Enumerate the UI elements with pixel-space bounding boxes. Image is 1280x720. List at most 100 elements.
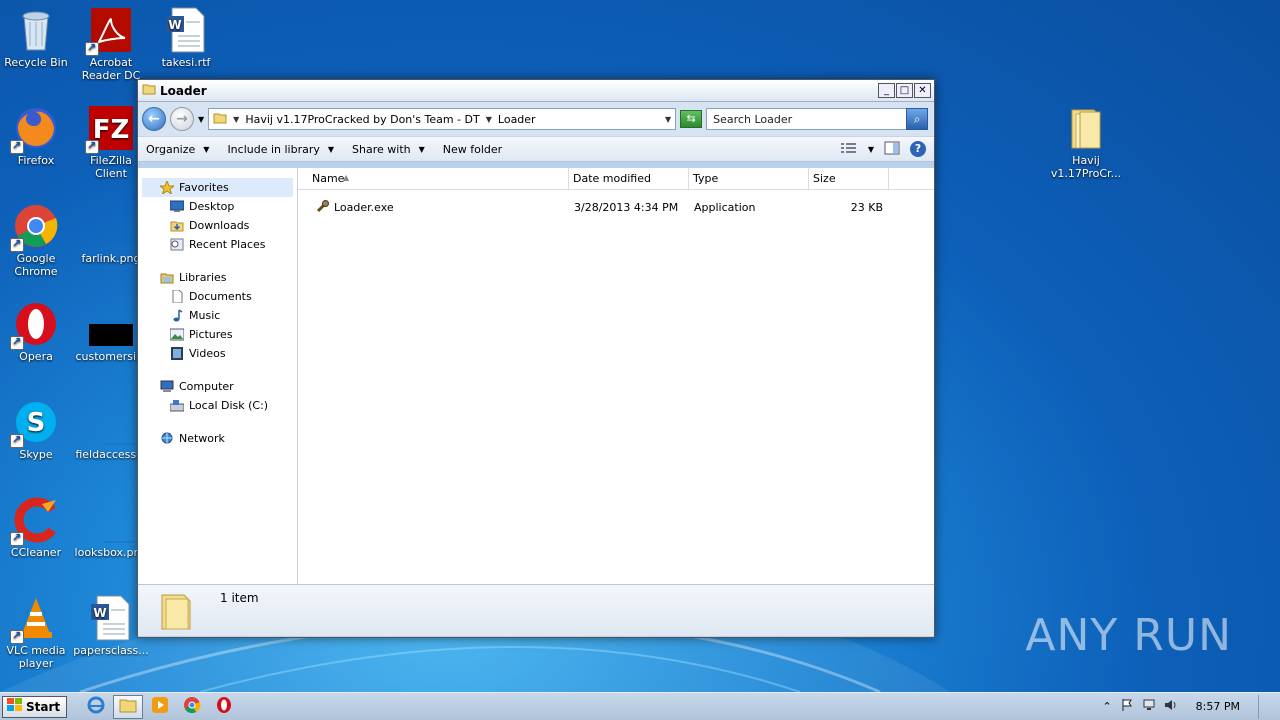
desktop-icon-chrome[interactable]: Google Chrome [0,202,74,278]
forward-button[interactable]: → [170,107,194,131]
firefox-icon [10,104,60,154]
file-row[interactable]: Loader.exe 3/28/2013 4:34 PM Application… [298,196,934,218]
nav-libraries-label: Libraries [179,271,227,284]
recent-pages-dropdown-icon[interactable]: ▼ [198,115,204,124]
desktop-icon-takesi[interactable]: W takesi.rtf [148,6,224,69]
item-count: 1 item [220,591,259,605]
nav-downloads-label: Downloads [189,219,250,232]
black-thumbnail-icon [87,300,135,348]
nav-pictures[interactable]: Pictures [138,325,297,344]
nav-recent-places[interactable]: Recent Places [138,235,297,254]
desktop-icon-havij-folder[interactable]: Havij v1.17ProCr... [1048,104,1124,180]
column-date-modified-label: Date modified [573,172,651,185]
breadcrumb-separator-icon[interactable]: ▼ [233,115,239,124]
nav-desktop-label: Desktop [189,200,235,213]
help-icon[interactable]: ? [910,141,926,157]
application-icon [316,199,330,216]
maximize-button[interactable]: □ [896,83,913,98]
nav-recent-places-label: Recent Places [189,238,266,251]
nav-documents-label: Documents [189,290,252,303]
taskbar-chrome[interactable] [177,695,207,719]
nav-desktop[interactable]: Desktop [138,197,297,216]
include-in-library-button[interactable]: Include in library ▼ [227,143,334,156]
nav-favorites[interactable]: Favorites [142,178,293,197]
desktop-icon-vlc[interactable]: VLC media player [0,594,74,670]
nav-music-label: Music [189,309,221,322]
recycle-bin-icon [12,6,60,54]
action-center-flag-icon[interactable] [1120,698,1134,715]
folder-large-icon [160,591,196,634]
taskbar-opera[interactable] [209,695,239,719]
window-title: Loader [160,83,207,98]
desktop-icon-recycle-bin[interactable]: Recycle Bin [0,6,74,69]
address-field[interactable]: ▼ Havij v1.17ProCracked by Don's Team - … [208,108,677,130]
column-size[interactable]: Size [809,168,889,189]
shortcut-arrow-icon [10,139,24,154]
system-tray: ⌃ 8:57 PM [1102,694,1280,719]
svg-text:S: S [27,408,46,438]
nav-favorites-label: Favorites [179,181,229,194]
nav-computer[interactable]: Computer [138,377,297,396]
opera-icon [10,300,60,350]
nav-music[interactable]: Music [138,306,297,325]
skype-icon: S [10,398,60,448]
search-input[interactable]: Search Loader ⌕ [706,108,929,130]
column-type-label: Type [693,172,719,185]
taskbar-clock[interactable]: 8:57 PM [1196,700,1240,713]
taskbar-internet-explorer[interactable] [81,695,111,719]
organize-button[interactable]: Organize ▼ [146,143,209,156]
desktop-icon-ccleaner[interactable]: CCleaner [0,496,74,559]
nav-videos[interactable]: Videos [138,344,297,363]
svg-text:W: W [168,18,181,32]
share-with-label: Share with [352,142,411,156]
column-name[interactable]: Name ▲ [298,168,569,189]
breadcrumb-havij[interactable]: Havij v1.17ProCracked by Don's Team - DT [245,113,479,126]
refresh-button[interactable]: ⇆ [680,110,703,128]
start-button[interactable]: Start [2,695,68,718]
desktop-icon-skype[interactable]: S Skype [0,398,74,461]
column-filler [889,168,929,189]
address-dropdown-icon[interactable]: ▼ [665,115,671,124]
explorer-window: Loader _ □ ✕ ← → ▼ ▼ Havij v1.17ProCrack… [137,79,935,638]
opera-icon [215,696,233,717]
nav-libraries[interactable]: Libraries [138,268,297,287]
downloads-icon [170,219,184,232]
column-type[interactable]: Type [689,168,809,189]
search-icon[interactable]: ⌕ [906,108,929,130]
show-hidden-icons-icon[interactable]: ⌃ [1102,700,1111,713]
taskbar-media-player[interactable] [145,695,175,719]
share-with-button[interactable]: Share with ▼ [352,143,425,156]
show-desktop-button[interactable] [1258,694,1274,719]
breadcrumb-loader[interactable]: Loader [498,113,536,126]
view-options-icon[interactable] [840,142,858,157]
include-in-library-label: Include in library [227,142,320,156]
watermark-text: ANY RUN [1025,610,1232,661]
nav-local-disk[interactable]: Local Disk (C:) [138,396,297,415]
view-dropdown-icon[interactable]: ▼ [868,145,874,154]
preview-pane-icon[interactable] [884,141,900,158]
minimize-button[interactable]: _ [878,83,895,98]
folder-icon [1062,104,1110,152]
windows-logo-icon [7,698,23,715]
breadcrumb-separator-icon[interactable]: ▼ [486,115,492,124]
desktop-icon-acrobat[interactable]: Acrobat Reader DC [73,6,149,82]
navigation-pane: Favorites Desktop Downloads Recent Place… [138,168,298,584]
window-titlebar[interactable]: Loader _ □ ✕ [138,80,934,102]
column-size-label: Size [813,172,836,185]
desktop-icon-opera[interactable]: Opera [0,300,74,363]
nav-documents[interactable]: Documents [138,287,297,306]
nav-network-label: Network [179,432,225,445]
volume-icon[interactable] [1164,698,1178,715]
nav-downloads[interactable]: Downloads [138,216,297,235]
column-date-modified[interactable]: Date modified [569,168,689,189]
computer-icon [160,380,174,393]
taskbar-explorer[interactable] [113,694,144,719]
file-name: Loader.exe [334,200,394,214]
anyrun-watermark: ANY RUN [1025,610,1232,661]
new-folder-button[interactable]: New folder [443,143,502,156]
nav-network[interactable]: Network [138,429,297,448]
close-button[interactable]: ✕ [914,83,931,98]
back-button[interactable]: ← [142,107,166,131]
network-tray-icon[interactable] [1142,698,1156,715]
desktop-icon-firefox[interactable]: Firefox [0,104,74,167]
